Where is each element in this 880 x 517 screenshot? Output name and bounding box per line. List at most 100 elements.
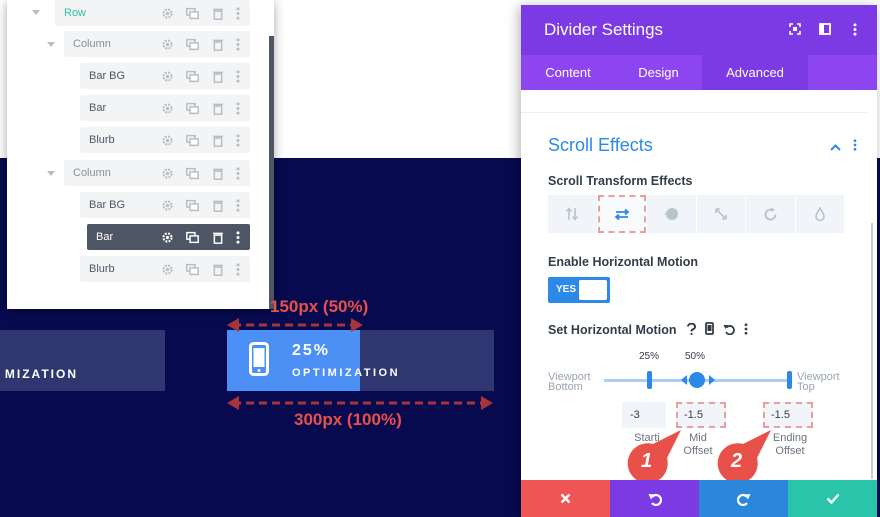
layer-row[interactable]: Column: [64, 31, 250, 57]
modal-footer: [521, 480, 877, 517]
phone-icon: [249, 342, 269, 381]
tab-advanced[interactable]: Advanced: [702, 55, 808, 90]
trash-icon[interactable]: [205, 31, 230, 57]
split-view-icon[interactable]: [817, 20, 833, 38]
gear-icon[interactable]: [155, 224, 180, 250]
more-icon[interactable]: [230, 256, 246, 282]
save-button[interactable]: [788, 480, 877, 517]
trash-icon[interactable]: [205, 95, 230, 121]
marker-2: 2: [711, 430, 771, 480]
left-progress-bar[interactable]: MIZATION: [0, 330, 165, 391]
undo-button[interactable]: [610, 480, 699, 517]
mid-offset-input[interactable]: -1.5: [676, 402, 726, 428]
mobile-icon[interactable]: [705, 322, 714, 340]
layer-label: Bar: [89, 102, 107, 114]
rotate-icon[interactable]: [746, 195, 795, 233]
trash-icon[interactable]: [205, 160, 230, 186]
viewport-bottom-line2: Bottom: [548, 381, 583, 393]
redo-button[interactable]: [699, 480, 788, 517]
layer-label: Blurb: [89, 134, 115, 146]
gear-icon[interactable]: [155, 0, 180, 26]
fullscreen-icon[interactable]: [787, 20, 803, 38]
layer-row[interactable]: Bar BG: [80, 63, 250, 89]
more-icon[interactable]: [230, 31, 246, 57]
gear-icon[interactable]: [155, 63, 180, 89]
end-offset-input[interactable]: -1.5: [763, 402, 813, 428]
more-icon[interactable]: [230, 160, 246, 186]
toggle-knob: [579, 280, 607, 300]
more-icon[interactable]: [230, 224, 246, 250]
layer-row[interactable]: Blurb: [80, 127, 250, 153]
blur-icon[interactable]: [795, 195, 844, 233]
tab-design[interactable]: Design: [615, 55, 702, 90]
undo-icon[interactable]: [723, 322, 735, 340]
layer-row[interactable]: Blurb: [80, 256, 250, 282]
layer-row-selected[interactable]: Bar: [87, 224, 250, 250]
scale-icon[interactable]: [696, 195, 745, 233]
gear-icon[interactable]: [155, 160, 180, 186]
duplicate-icon[interactable]: [180, 0, 205, 26]
start-offset-input[interactable]: -3: [622, 402, 666, 428]
duplicate-icon[interactable]: [180, 95, 205, 121]
more-icon[interactable]: [853, 138, 857, 156]
end-handle[interactable]: [787, 371, 792, 389]
fade-icon[interactable]: [647, 195, 696, 233]
chevron-up-icon[interactable]: [830, 138, 841, 156]
marker-1: 1: [621, 430, 681, 480]
tab-content[interactable]: Content: [521, 55, 615, 90]
gear-icon[interactable]: [155, 192, 180, 218]
duplicate-icon[interactable]: [180, 160, 205, 186]
horizontal-motion-icon[interactable]: [597, 195, 646, 233]
modal-title: Divider Settings: [544, 20, 664, 39]
duplicate-icon[interactable]: [180, 63, 205, 89]
progress-bar-fill[interactable]: [227, 330, 360, 391]
enable-toggle[interactable]: YES: [548, 277, 610, 303]
more-icon[interactable]: [230, 63, 246, 89]
bar-title: OPTIMIZATION: [292, 367, 401, 379]
duplicate-icon[interactable]: [180, 31, 205, 57]
modal-scrollbar[interactable]: [871, 223, 873, 479]
duplicate-icon[interactable]: [180, 192, 205, 218]
marker-1-number: 1: [641, 450, 653, 472]
vertical-motion-icon[interactable]: [548, 195, 597, 233]
more-icon[interactable]: [847, 20, 863, 38]
modal-body: Scroll Effects Scroll Transform Effects …: [521, 90, 877, 480]
mid-offset-line1: Mid: [689, 432, 707, 444]
duplicate-icon[interactable]: [180, 224, 205, 250]
viewport-top-line2: Top: [797, 381, 815, 393]
gear-icon[interactable]: [155, 256, 180, 282]
layer-row[interactable]: Column: [64, 160, 250, 186]
modal-header: Divider Settings: [521, 5, 877, 55]
discard-button[interactable]: [521, 480, 610, 517]
collapse-caret-icon[interactable]: [32, 10, 40, 15]
layer-row[interactable]: Row: [55, 0, 250, 26]
trash-icon[interactable]: [205, 0, 230, 26]
trash-icon[interactable]: [205, 224, 230, 250]
more-icon[interactable]: [230, 192, 246, 218]
gear-icon[interactable]: [155, 127, 180, 153]
more-icon[interactable]: [230, 0, 246, 26]
collapse-caret-icon[interactable]: [47, 171, 55, 176]
gear-icon[interactable]: [155, 95, 180, 121]
trash-icon[interactable]: [205, 63, 230, 89]
help-icon[interactable]: [687, 322, 696, 340]
layer-row[interactable]: Bar: [80, 95, 250, 121]
start-percent: 25%: [639, 351, 660, 362]
more-icon[interactable]: [230, 127, 246, 153]
trash-icon[interactable]: [205, 192, 230, 218]
duplicate-icon[interactable]: [180, 256, 205, 282]
collapse-caret-icon[interactable]: [47, 42, 55, 47]
gear-icon[interactable]: [155, 31, 180, 57]
trash-icon[interactable]: [205, 127, 230, 153]
layer-label: Bar: [96, 231, 114, 243]
more-icon[interactable]: [744, 322, 748, 340]
start-handle[interactable]: [647, 371, 652, 389]
layer-row[interactable]: Bar BG: [80, 192, 250, 218]
layer-label: Bar BG: [89, 199, 126, 211]
trash-icon[interactable]: [205, 256, 230, 282]
section-title[interactable]: Scroll Effects: [548, 135, 653, 156]
layers-scrollbar[interactable]: [269, 36, 274, 309]
duplicate-icon[interactable]: [180, 127, 205, 153]
more-icon[interactable]: [230, 95, 246, 121]
bar-label: MIZATION: [4, 367, 78, 381]
